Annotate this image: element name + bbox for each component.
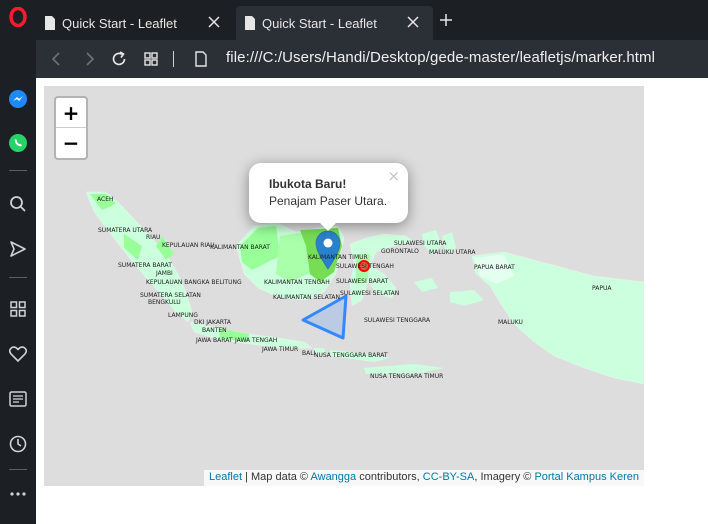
polygon-overlay[interactable] bbox=[301, 294, 348, 340]
license-link[interactable]: CC-BY-SA bbox=[423, 471, 475, 483]
portal-link[interactable]: Portal Kampus Keren bbox=[534, 471, 639, 483]
news-icon[interactable] bbox=[5, 386, 31, 412]
address-divider bbox=[173, 51, 174, 67]
tab-grid-icon[interactable] bbox=[142, 50, 160, 68]
map-label: NUSA TENGGARA TIMUR bbox=[370, 373, 444, 380]
zoom-out-button[interactable]: − bbox=[56, 128, 86, 158]
map-label: PAPUA BARAT bbox=[474, 264, 515, 271]
map-label: SULAWESI BARAT bbox=[336, 278, 389, 285]
popup-text: Penajam Paser Utara. bbox=[269, 194, 388, 208]
map-label: MALUKU bbox=[498, 319, 523, 326]
send-icon[interactable] bbox=[5, 236, 31, 262]
map-label: JAMBI bbox=[156, 270, 173, 277]
marker-popup: × Ibukota Baru! Penajam Paser Utara. bbox=[249, 163, 408, 223]
attribution-text: contributors, bbox=[356, 471, 423, 483]
reload-icon[interactable] bbox=[110, 50, 128, 68]
page-content: ACEH SUMATERA UTARA RIAU KEPULAUAN RIAU … bbox=[36, 78, 708, 524]
map-label: SUMATERA BARAT bbox=[118, 262, 172, 269]
map-label: BENGKULU bbox=[148, 299, 181, 306]
awangga-link[interactable]: Awangga bbox=[310, 471, 356, 483]
map-label: KEPULAUAN RIAU bbox=[162, 242, 215, 249]
popup-tip bbox=[318, 221, 338, 231]
address-bar: file:///C:/Users/Handi/Desktop/gede-mast… bbox=[36, 40, 708, 78]
new-tab-icon[interactable] bbox=[438, 12, 454, 28]
messenger-icon[interactable] bbox=[5, 86, 31, 112]
map-label: PAPUA bbox=[592, 285, 612, 292]
map-label: SULAWESI UTARA bbox=[394, 240, 447, 247]
map-attribution: Leaflet | Map data © Awangga contributor… bbox=[204, 470, 644, 486]
map-label: LAMPUNG bbox=[168, 312, 198, 319]
map-label: KEPULAUAN BANGKA BELITUNG bbox=[146, 279, 242, 286]
map-label: JAWA TIMUR bbox=[262, 346, 299, 353]
tab-title: Quick Start - Leaflet bbox=[62, 15, 177, 31]
opera-sidebar bbox=[0, 0, 36, 524]
attribution-text: , Imagery © bbox=[474, 471, 535, 483]
map-label: SULAWESI SELATAN bbox=[340, 290, 400, 297]
map-label: JAWA TENGAH bbox=[235, 337, 278, 344]
whatsapp-icon[interactable] bbox=[5, 130, 31, 156]
leaflet-map[interactable]: ACEH SUMATERA UTARA RIAU KEPULAUAN RIAU … bbox=[44, 86, 644, 486]
map-label: KALIMANTAN TENGAH bbox=[264, 279, 330, 286]
map-label: KALIMANTAN BARAT bbox=[210, 244, 270, 251]
map-label: SUMATERA UTARA bbox=[98, 227, 153, 234]
tab-quick-start-2[interactable]: Quick Start - Leaflet bbox=[236, 6, 433, 40]
marker-dot bbox=[323, 238, 333, 248]
leaflet-link[interactable]: Leaflet bbox=[209, 471, 242, 483]
map-tiles bbox=[85, 191, 644, 385]
map-label: ACEH bbox=[97, 196, 114, 203]
document-icon bbox=[245, 16, 255, 30]
map-label: JAWA BARAT bbox=[196, 337, 233, 344]
opera-logo-icon[interactable] bbox=[5, 4, 31, 30]
sidebar-divider bbox=[9, 469, 27, 470]
sidebar-divider bbox=[9, 170, 27, 171]
map-label: KALIMANTAN TIMUR bbox=[308, 254, 368, 261]
maluku-shape bbox=[450, 290, 484, 306]
speed-dial-icon[interactable] bbox=[5, 296, 31, 322]
document-icon bbox=[45, 16, 55, 30]
map-label: SULAWESI TENGGARA bbox=[364, 317, 431, 324]
close-tab-icon[interactable] bbox=[206, 14, 222, 30]
tab-title: Quick Start - Leaflet bbox=[262, 15, 377, 31]
map-label: RIAU bbox=[146, 234, 161, 241]
tab-strip: Quick Start - Leaflet Quick Start - Leaf… bbox=[36, 0, 708, 40]
map-label: GORONTALO bbox=[381, 248, 419, 255]
map-label: NUSA TENGGARA BARAT bbox=[314, 352, 388, 359]
zoom-control: + − bbox=[54, 96, 88, 160]
history-icon[interactable] bbox=[5, 431, 31, 457]
maluku2-shape bbox=[414, 278, 438, 292]
popup-title: Ibukota Baru! bbox=[269, 177, 347, 191]
sidebar-divider bbox=[9, 277, 27, 278]
url-field[interactable]: file:///C:/Users/Handi/Desktop/gede-mast… bbox=[226, 49, 655, 66]
map-label: BANTEN bbox=[202, 327, 227, 334]
map-label: DKI JAKARTA bbox=[194, 319, 231, 326]
search-icon[interactable] bbox=[5, 191, 31, 217]
map-label: MALUKU UTARA bbox=[429, 249, 476, 256]
attribution-text: | Map data © bbox=[242, 471, 311, 483]
tab-quick-start-1[interactable]: Quick Start - Leaflet bbox=[36, 6, 234, 40]
zoom-in-button[interactable]: + bbox=[56, 98, 86, 128]
map-label: SUMATERA SELATAN bbox=[140, 292, 201, 299]
map-label: KALIMANTAN SELATAN bbox=[273, 294, 341, 301]
back-icon[interactable] bbox=[48, 50, 66, 68]
more-icon[interactable] bbox=[5, 481, 31, 507]
page-file-icon[interactable] bbox=[192, 50, 210, 68]
close-tab-icon[interactable] bbox=[405, 14, 421, 30]
popup-close-button[interactable]: × bbox=[387, 167, 400, 185]
map-label: SULAWESI TENGAH bbox=[336, 263, 394, 270]
heart-icon[interactable] bbox=[5, 341, 31, 367]
forward-icon[interactable] bbox=[80, 50, 98, 68]
